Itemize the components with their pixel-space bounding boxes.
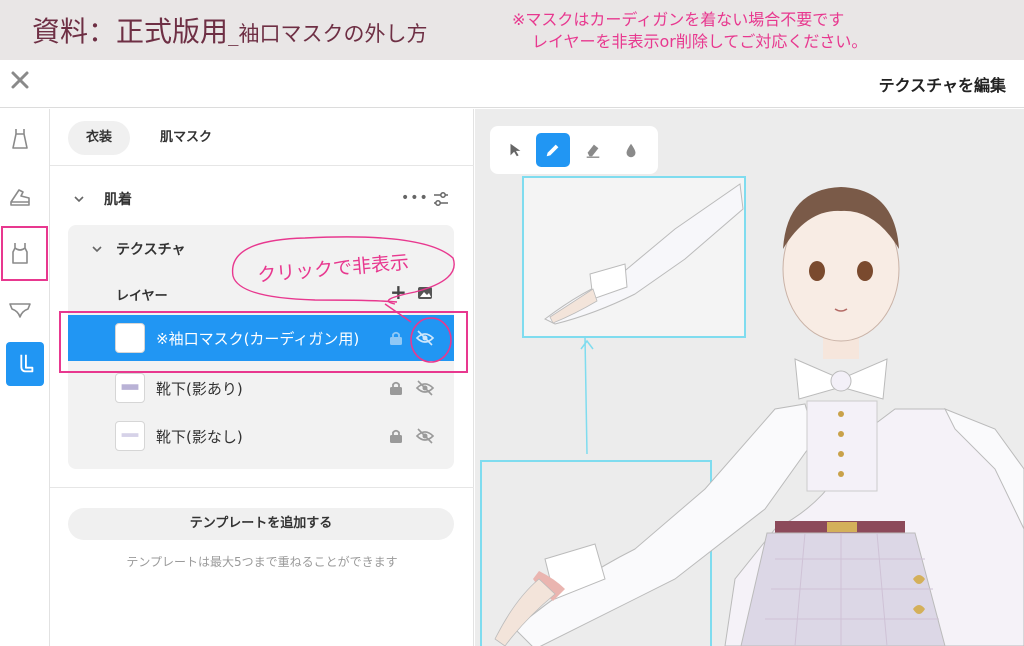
divider bbox=[50, 487, 474, 488]
chevron-down-icon[interactable] bbox=[72, 192, 86, 206]
layer-thumbnail bbox=[115, 421, 145, 451]
pencil-tool[interactable] bbox=[536, 133, 570, 167]
rail-item-shoe[interactable] bbox=[6, 183, 34, 211]
eraser-icon bbox=[586, 144, 600, 158]
page-title: テクスチャを編集 bbox=[878, 76, 1006, 95]
more-icon[interactable]: ••• bbox=[401, 190, 429, 206]
sock-texture-icon bbox=[121, 384, 139, 390]
tab-clothing[interactable]: 衣装 bbox=[68, 121, 131, 155]
underwear-icon bbox=[9, 303, 31, 318]
layer-name: 靴下(影なし) bbox=[156, 428, 243, 446]
section-underwear[interactable]: 肌着 ••• bbox=[72, 187, 452, 211]
category-rail bbox=[0, 109, 50, 646]
divider bbox=[50, 165, 474, 166]
dress-icon bbox=[12, 129, 28, 149]
eye-hidden-icon[interactable] bbox=[415, 426, 435, 446]
banner-note-line-1: ※マスクはカーディガンを着ない場合不要です bbox=[512, 10, 845, 29]
banner-title: 資料：正式版用_袖口マスクの外し方 bbox=[32, 10, 428, 50]
pencil-icon bbox=[546, 144, 559, 157]
eye-hidden-icon[interactable] bbox=[415, 378, 435, 398]
highlight-box-rail bbox=[1, 226, 48, 281]
select-tool[interactable] bbox=[498, 133, 532, 167]
top-bar: テクスチャを編集 bbox=[0, 60, 1024, 108]
layer-thumbnail bbox=[115, 373, 145, 403]
texture-label: テクスチャ bbox=[116, 242, 186, 258]
banner-note-line-2: レイヤーを非表示or削除してご対応ください。 bbox=[532, 32, 868, 51]
template-note: テンプレートは最大5つまで重ねることができます bbox=[126, 555, 398, 569]
layer-name: 靴下(影あり) bbox=[156, 380, 243, 398]
fill-tool[interactable] bbox=[614, 133, 648, 167]
banner-title-main: 資料：正式版用 bbox=[32, 15, 229, 48]
rail-item-underwear[interactable] bbox=[6, 295, 34, 323]
tab-skin-mask[interactable]: 肌マスク bbox=[142, 121, 230, 155]
shoe-icon bbox=[10, 189, 30, 206]
rail-item-sock[interactable] bbox=[6, 342, 44, 386]
lock-icon[interactable] bbox=[389, 380, 403, 396]
layer-row[interactable]: 靴下(影なし) bbox=[68, 413, 454, 459]
settings-icon[interactable] bbox=[432, 190, 450, 208]
chevron-down-icon[interactable] bbox=[90, 242, 104, 256]
layers-header: レイヤー bbox=[116, 289, 168, 304]
model-viewport[interactable] bbox=[475, 109, 1024, 646]
sock-icon bbox=[20, 354, 34, 373]
rail-item-dress[interactable] bbox=[6, 125, 34, 153]
instruction-banner: 資料：正式版用_袖口マスクの外し方 ※マスクはカーディガンを着ない場合不要です … bbox=[0, 0, 1024, 60]
banner-title-sub: _袖口マスクの外し方 bbox=[228, 22, 428, 46]
annotation-bubble bbox=[231, 236, 455, 363]
eraser-tool[interactable] bbox=[576, 133, 610, 167]
fill-icon bbox=[626, 143, 636, 158]
avatar-preview bbox=[480, 176, 1024, 646]
select-icon bbox=[510, 143, 521, 157]
banner-note: ※マスクはカーディガンを着ない場合不要です レイヤーを非表示or削除してご対応く… bbox=[512, 9, 867, 53]
draw-toolbar bbox=[490, 126, 658, 174]
sock-texture-icon bbox=[121, 433, 139, 437]
lock-icon[interactable] bbox=[389, 428, 403, 444]
add-template-button[interactable]: テンプレートを追加する bbox=[68, 508, 454, 540]
close-icon[interactable] bbox=[8, 68, 32, 92]
section-label: 肌着 bbox=[104, 192, 132, 208]
